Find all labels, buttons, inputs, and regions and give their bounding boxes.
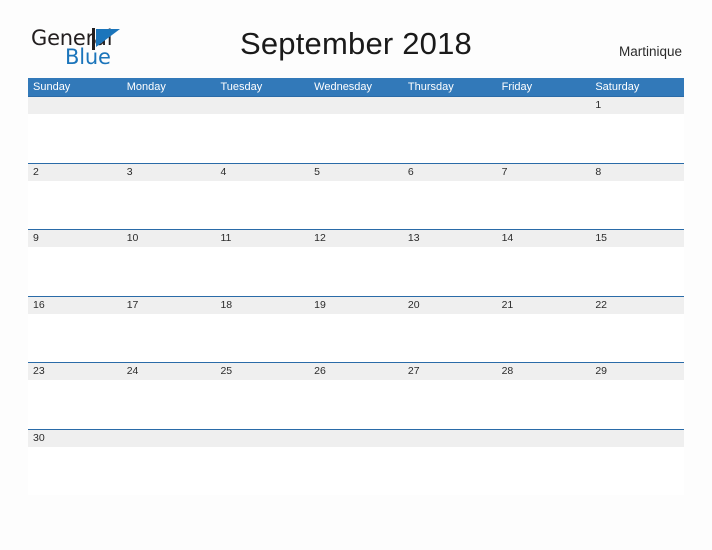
- calendar-grid: Sunday Monday Tuesday Wednesday Thursday…: [28, 78, 684, 495]
- day-cell[interactable]: 27: [403, 363, 497, 380]
- weekday-header-tuesday: Tuesday: [220, 81, 263, 93]
- day-cell[interactable]: 11: [215, 230, 309, 247]
- week-date-band: 30: [28, 429, 684, 447]
- day-cell[interactable]: 1: [590, 97, 684, 114]
- day-cell[interactable]: 3: [122, 164, 216, 181]
- day-cell[interactable]: 15: [590, 230, 684, 247]
- week-event-area[interactable]: [28, 446, 684, 495]
- day-cell[interactable]: [497, 97, 591, 114]
- week-event-area[interactable]: [28, 180, 684, 229]
- day-cell[interactable]: [403, 430, 497, 447]
- week-event-area[interactable]: [28, 247, 684, 295]
- day-cell[interactable]: [28, 97, 122, 114]
- day-cell[interactable]: 19: [309, 297, 403, 314]
- weekday-header-wednesday: Wednesday: [314, 81, 373, 93]
- locale-label: Martinique: [618, 44, 682, 59]
- week-date-band: 23 24 25 26 27 28 29: [28, 363, 684, 380]
- week-date-band: 9 10 11 12 13 14 15: [28, 230, 684, 247]
- day-cell[interactable]: 24: [122, 363, 216, 380]
- week-row: 23 24 25 26 27 28 29: [28, 362, 684, 429]
- day-cell[interactable]: 13: [403, 230, 497, 247]
- day-cell[interactable]: [590, 430, 684, 447]
- weekday-header-thursday: Thursday: [407, 81, 454, 93]
- week-row: 30: [28, 428, 684, 495]
- week-date-band: 1: [28, 97, 684, 114]
- week-event-area[interactable]: [28, 380, 684, 428]
- week-date-band: 2 3 4 5 6 7 8: [28, 163, 684, 181]
- day-cell[interactable]: 17: [122, 297, 216, 314]
- day-cell[interactable]: 7: [497, 164, 591, 181]
- day-cell[interactable]: [122, 430, 216, 447]
- day-cell[interactable]: [497, 430, 591, 447]
- week-event-area[interactable]: [28, 313, 684, 362]
- calendar-page: General Blue September 2018 Martinique S…: [0, 0, 712, 550]
- day-cell[interactable]: 23: [28, 363, 122, 380]
- day-cell[interactable]: [122, 97, 216, 114]
- weekday-header-friday: Friday: [501, 81, 533, 93]
- page-title: September 2018: [239, 26, 472, 61]
- day-cell[interactable]: 5: [309, 164, 403, 181]
- day-cell[interactable]: 29: [590, 363, 684, 380]
- week-row: 2 3 4 5 6 7 8: [28, 162, 684, 229]
- day-cell[interactable]: 28: [497, 363, 591, 380]
- day-cell[interactable]: 21: [497, 297, 591, 314]
- day-cell[interactable]: [215, 97, 309, 114]
- page-header: General Blue September 2018 Martinique: [28, 0, 684, 78]
- day-cell[interactable]: 18: [215, 297, 309, 314]
- day-cell[interactable]: 8: [590, 164, 684, 181]
- day-cell[interactable]: 10: [122, 230, 216, 247]
- week-row: 1: [28, 96, 684, 163]
- weekday-header-monday: Monday: [126, 81, 166, 93]
- week-event-area[interactable]: [28, 114, 684, 162]
- day-cell[interactable]: 4: [215, 164, 309, 181]
- day-cell[interactable]: 26: [309, 363, 403, 380]
- week-date-band: 16 17 18 19 20 21 22: [28, 296, 684, 314]
- day-cell[interactable]: 20: [403, 297, 497, 314]
- weekday-header-saturday: Saturday: [595, 81, 640, 93]
- day-cell[interactable]: 9: [28, 230, 122, 247]
- day-cell[interactable]: 2: [28, 164, 122, 181]
- day-cell[interactable]: 25: [215, 363, 309, 380]
- week-row: 16 17 18 19 20 21 22: [28, 295, 684, 362]
- day-cell[interactable]: 6: [403, 164, 497, 181]
- day-cell[interactable]: [215, 430, 309, 447]
- day-cell[interactable]: [309, 430, 403, 447]
- weekday-header-sunday: Sunday: [33, 81, 71, 93]
- weekday-header-row: Sunday Monday Tuesday Wednesday Thursday…: [28, 78, 684, 96]
- day-cell[interactable]: 22: [590, 297, 684, 314]
- day-cell[interactable]: 16: [28, 297, 122, 314]
- day-cell[interactable]: [309, 97, 403, 114]
- day-cell[interactable]: 14: [497, 230, 591, 247]
- week-row: 9 10 11 12 13 14 15: [28, 229, 684, 296]
- day-cell[interactable]: 30: [28, 430, 122, 447]
- day-cell[interactable]: 12: [309, 230, 403, 247]
- day-cell[interactable]: [403, 97, 497, 114]
